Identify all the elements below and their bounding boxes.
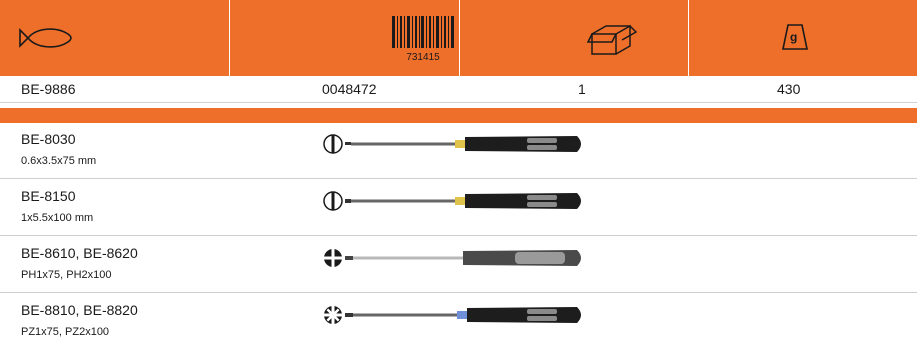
header-divider: [688, 0, 689, 76]
phillips-tip-icon: [324, 249, 342, 267]
slotted-tip-icon: [323, 134, 343, 154]
screwdriver-image: [345, 136, 581, 152]
screwdriver-image: [345, 307, 581, 323]
slotted-tip-icon: [323, 191, 343, 211]
fish-icon: [19, 28, 72, 48]
list-item: BE-8150 1x5.5x100 mm: [0, 180, 917, 236]
barcode-number: 731415: [406, 52, 440, 63]
ean-number: 0048472: [322, 81, 377, 97]
list-item: BE-8610, BE-8620 PH1x75, PH2x100: [0, 237, 917, 293]
weight-unit-label: g: [790, 30, 798, 44]
pozidriv-tip-icon: [324, 306, 342, 324]
list-item: BE-8030 0.6x3.5x75 mm: [0, 123, 917, 179]
row-divider: [0, 178, 917, 179]
barcode: 731415: [388, 14, 458, 63]
header-divider: [459, 0, 460, 76]
product-name: BE-8610, BE-8620: [21, 245, 138, 261]
row-divider: [0, 235, 917, 236]
product-size: 1x5.5x100 mm: [21, 212, 94, 224]
product-size: PZ1x75, PZ2x100: [21, 326, 110, 338]
header-bar: 731415 g: [0, 0, 917, 76]
weight-value: 430: [777, 81, 801, 97]
product-size: PH1x75, PH2x100: [21, 269, 112, 281]
product-name: BE-8810, BE-8820: [21, 302, 138, 318]
box-icon: [586, 24, 638, 55]
values-row: BE-9886 0048472 1 430: [0, 76, 917, 103]
screwdriver-image: [345, 193, 581, 209]
screwdriver-image: [345, 250, 581, 266]
header-divider: [229, 0, 230, 76]
pack-quantity: 1: [578, 81, 586, 97]
product-name: BE-8030: [21, 131, 76, 147]
section-strip: [0, 108, 917, 123]
article-number: BE-9886: [21, 81, 76, 97]
barcode-icon: [392, 16, 454, 48]
row-divider: [0, 292, 917, 293]
product-name: BE-8150: [21, 188, 76, 204]
divider: [0, 102, 917, 103]
product-size: 0.6x3.5x75 mm: [21, 155, 97, 167]
list-item: BE-8810, BE-8820 PZ1x75, PZ2x100: [0, 294, 917, 350]
